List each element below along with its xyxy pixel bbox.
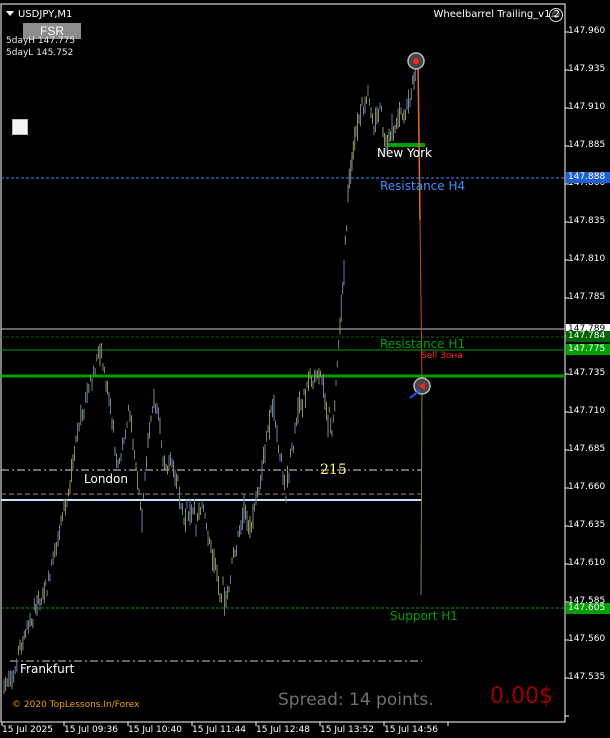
session-label-london: London [84, 472, 128, 486]
smiley-icon: ☺ [549, 8, 563, 22]
trade-line-lower [420, 384, 423, 596]
price-tick-label: 147.560 [568, 634, 606, 644]
price-tick-label: 147.635 [568, 520, 606, 530]
price-tag: 147.775 [566, 344, 610, 355]
panel-checkbox[interactable] [12, 119, 28, 135]
price-tick-label: 147.685 [568, 444, 606, 454]
time-tick-label: 15 Jul 12:48 [256, 725, 310, 735]
price-tag: 147.784 [566, 331, 610, 342]
chevron-down-icon[interactable] [6, 11, 14, 16]
chart-window[interactable]: USDJPY,M1 Wheelbarrel Trailing_v1.2 ☺ FS… [0, 0, 610, 738]
price-tick-label: 147.885 [568, 140, 606, 150]
copyright-text: © 2020 TopLessons.In/Forex [12, 700, 140, 710]
entry-marker-dot [413, 58, 419, 64]
price-tick-label: 147.835 [568, 216, 606, 226]
time-tick-label: 15 Jul 14:56 [384, 725, 438, 735]
symbol-label[interactable]: USDJPY,M1 [6, 9, 72, 20]
price-tick-label: 147.810 [568, 254, 606, 264]
price-tick-label: 147.735 [568, 368, 606, 378]
resistance-h4-label: Resistance H4 [380, 179, 466, 193]
price-tick-label: 147.785 [568, 292, 606, 302]
expert-advisor-name: Wheelbarrel Trailing_v1.2 [433, 9, 560, 20]
support-h1-label: Support H1 [390, 609, 458, 623]
price-tick-label: 147.660 [568, 482, 606, 492]
five-day-low: 5dayL 145.752 [6, 48, 74, 58]
range-points-label: 215 [320, 462, 347, 478]
sell-zone-label: Sell Зона [421, 351, 463, 361]
price-tick-label: 147.710 [568, 406, 606, 416]
price-tag: 147.605 [566, 603, 610, 614]
five-day-high: 5dayH 147.775 [6, 36, 76, 46]
time-tick-label: 15 Jul 09:36 [64, 725, 118, 735]
time-tick-label: 15 Jul 2025 [2, 725, 53, 735]
price-tick-label: 147.910 [568, 102, 606, 112]
time-tick-label: 15 Jul 11:44 [192, 725, 246, 735]
session-label-new-york: New York [377, 146, 432, 160]
price-tick-label: 147.935 [568, 64, 606, 74]
session-label-frankfurt: Frankfurt [20, 662, 75, 676]
symbol-text: USDJPY,M1 [18, 9, 73, 20]
profit-text: 0.00$ [490, 684, 553, 709]
price-chart[interactable] [0, 0, 610, 738]
spread-text: Spread: 14 points. [278, 690, 434, 710]
price-tick-label: 147.960 [568, 26, 606, 36]
price-tag: 147.888 [566, 172, 610, 183]
resistance-h1-label: Resistance H1 [380, 337, 466, 351]
price-tick-label: 147.610 [568, 558, 606, 568]
chart-border [0, 3, 566, 723]
price-scale[interactable]: 147.960 147.935 147.910 147.885 147.860 147.8… [566, 0, 610, 738]
price-tick-label: 147.535 [568, 672, 606, 682]
trade-line-upper [417, 59, 421, 221]
time-tick-label: 15 Jul 10:40 [128, 725, 182, 735]
time-tick-label: 15 Jul 13:52 [320, 725, 374, 735]
